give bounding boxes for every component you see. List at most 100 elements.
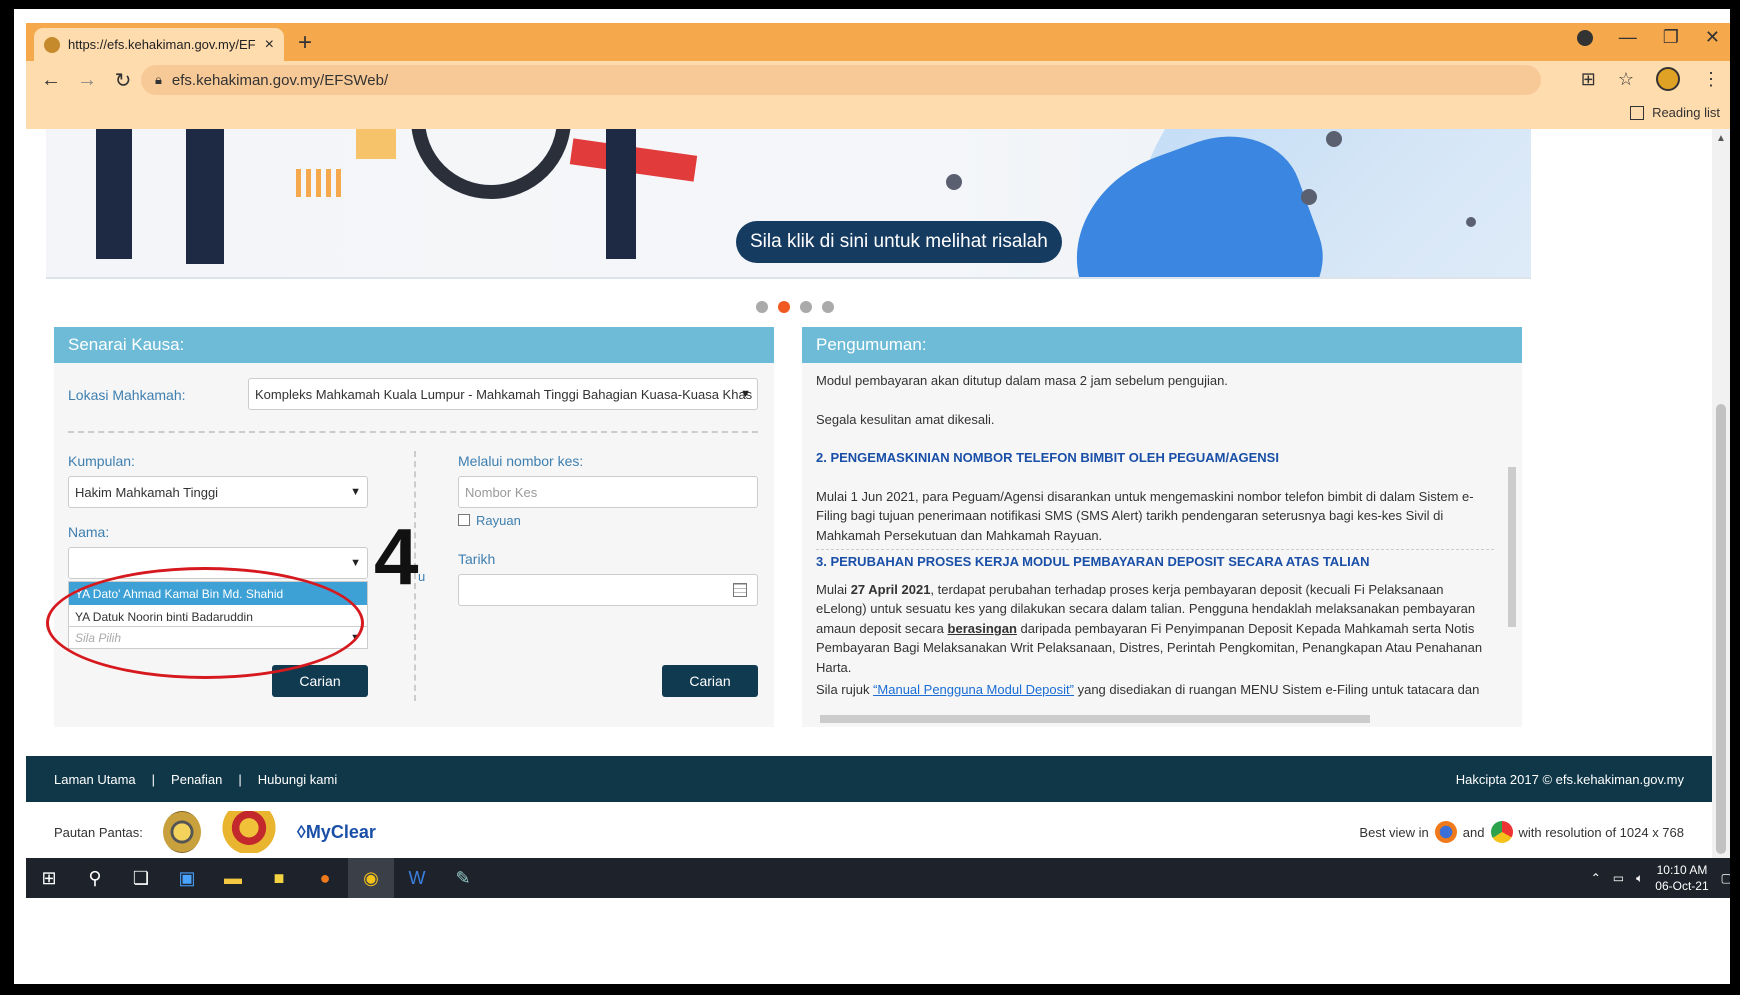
sticky-notes-icon[interactable]: ■ (256, 858, 302, 898)
scrollbar-thumb[interactable] (1716, 404, 1726, 854)
nombor-kes-input[interactable]: Nombor Kes (458, 476, 758, 508)
new-tab-button[interactable]: + (298, 29, 312, 57)
lokasi-label: Lokasi Mahkamah: (68, 387, 186, 403)
profile-avatar-icon[interactable] (1656, 67, 1680, 91)
scroll-up-icon[interactable]: ▲ (1716, 133, 1726, 144)
clock-date: 06-Oct-21 (1655, 879, 1709, 893)
malaysia-crest-icon[interactable] (220, 811, 277, 853)
windows-start-icon[interactable]: ⊞ (26, 858, 72, 898)
chevron-down-icon: ▼ (350, 486, 361, 498)
bookmark-star-icon[interactable]: ☆ (1618, 69, 1634, 90)
lokasi-select[interactable]: Kompleks Mahkamah Kuala Lumpur - Mahkama… (248, 378, 758, 410)
annotation-red-oval (46, 567, 364, 679)
word-taskbar-icon[interactable]: W (394, 858, 440, 898)
store-icon[interactable]: ▣ (164, 858, 210, 898)
pengumuman-title: Pengumuman: (802, 327, 1522, 363)
network-icon[interactable]: ▭ (1613, 871, 1624, 885)
banner-person-2 (186, 129, 224, 264)
task-view-icon[interactable]: ❏ (118, 858, 164, 898)
tab-strip: https://efs.kehakiman.gov.my/EF × + — ❐ … (26, 23, 1730, 61)
tab-search-icon[interactable] (1576, 29, 1593, 46)
menu-dots-icon[interactable]: ⋮ (1702, 69, 1720, 90)
carousel-dot[interactable] (800, 301, 812, 313)
announcement-paragraph: Mulai 1 Jun 2021, para Peguam/Agensi dis… (816, 488, 1474, 543)
brochure-button[interactable]: Sila klik di sini untuk melihat risalah (736, 221, 1062, 263)
tray-chevron-icon[interactable]: ⌃ (1591, 871, 1601, 885)
clock[interactable]: 10:10 AM 06-Oct-21 (1655, 862, 1708, 894)
carousel-dot[interactable] (756, 301, 768, 313)
manual-link[interactable]: “Manual Pengguna Modul Deposit” (873, 682, 1074, 697)
carousel-dots (756, 301, 834, 313)
restore-icon[interactable]: ❐ (1663, 27, 1679, 48)
tab-title: https://efs.kehakiman.gov.my/EF (68, 37, 256, 52)
and-text: and (1462, 824, 1485, 840)
scrollbar-thumb[interactable] (1508, 467, 1516, 627)
toolbar-actions: ⊞ ☆ ⋮ (1581, 67, 1720, 91)
site-favicon-icon (44, 36, 60, 53)
senarai-kausa-title: Senarai Kausa: (54, 327, 774, 363)
myclear-logo[interactable]: ◊MyClear (297, 822, 376, 843)
rayuan-label: Rayuan (476, 513, 521, 528)
banner-person-3 (606, 129, 636, 259)
annotation-number: 4 (374, 512, 419, 601)
scrollbar-thumb[interactable] (820, 715, 1370, 723)
browser-recommendation: Best view in and with resolution of 1024… (1359, 821, 1684, 843)
notification-icon[interactable]: ▢ (1721, 871, 1730, 885)
reading-list-button[interactable]: Reading list (1630, 105, 1720, 120)
announcement-hscroll[interactable] (810, 713, 1500, 725)
screen: https://efs.kehakiman.gov.my/EF × + — ❐ … (14, 9, 1730, 984)
chevron-down-icon: ▼ (740, 388, 751, 400)
best-view-text: Best view in (1359, 824, 1429, 840)
carousel-dot-active[interactable] (778, 301, 790, 313)
pengumuman-panel: Pengumuman: Modul pembayaran akan ditutu… (802, 327, 1522, 727)
reload-icon[interactable]: ↻ (112, 68, 134, 93)
lokasi-value: Kompleks Mahkamah Kuala Lumpur - Mahkama… (255, 386, 753, 402)
close-window-icon[interactable]: ✕ (1705, 27, 1720, 48)
rayuan-checkbox[interactable] (458, 514, 470, 526)
footer-separator: | (151, 771, 156, 787)
chrome-taskbar-icon[interactable]: ◉ (348, 858, 394, 898)
paint-taskbar-icon[interactable]: ✎ (440, 858, 486, 898)
judiciary-emblem-icon[interactable] (162, 811, 201, 853)
chevron-down-icon: ▼ (350, 557, 361, 569)
carian-button-right[interactable]: Carian (662, 665, 758, 697)
footer-links: Laman Utama | Penafian | Hubungi kami (54, 772, 337, 787)
kumpulan-select[interactable]: Hakim Mahkamah Tinggi ▼ (68, 476, 368, 508)
firefox-icon (1434, 821, 1457, 843)
tarikh-label: Tarikh (458, 551, 496, 567)
tarikh-input[interactable] (458, 574, 758, 606)
search-icon[interactable]: ⚲ (72, 858, 118, 898)
firefox-taskbar-icon[interactable]: ● (302, 858, 348, 898)
reading-list-icon (1630, 105, 1645, 120)
pautan-label: Pautan Pantas: (54, 824, 143, 840)
address-bar[interactable]: 🔒︎ efs.kehakiman.gov.my/EFSWeb/ (141, 65, 1541, 95)
file-explorer-icon[interactable]: ▬ (210, 858, 256, 898)
tab-close-icon[interactable]: × (265, 36, 274, 54)
chrome-icon (1490, 821, 1513, 843)
announcement-paragraph: Sila rujuk “Manual Pengguna Modul Deposi… (816, 682, 1480, 697)
minimize-icon[interactable]: — (1619, 27, 1637, 48)
volume-icon[interactable]: 🔈︎ (1636, 871, 1643, 886)
calendar-icon[interactable] (733, 583, 747, 597)
page-scrollbar[interactable]: ▲ (1712, 129, 1730, 862)
announcement-vscroll[interactable] (1506, 367, 1518, 717)
url-text: efs.kehakiman.gov.my/EFSWeb/ (171, 71, 389, 89)
banner-yellow-shape (356, 129, 396, 159)
forward-icon[interactable]: → (76, 69, 98, 92)
announcement-line: Modul pembayaran akan ditutup dalam masa… (816, 373, 1228, 388)
carousel-dot[interactable] (822, 301, 834, 313)
announcement-paragraph: Mulai 27 April 2021, terdapat perubahan … (816, 581, 1483, 675)
banner-node (1326, 131, 1342, 147)
footer-link-penafian[interactable]: Penafian (171, 772, 222, 787)
kumpulan-value: Hakim Mahkamah Tinggi (75, 484, 219, 500)
footer-link-laman-utama[interactable]: Laman Utama (54, 772, 136, 787)
footer-bar: Laman Utama | Penafian | Hubungi kami Ha… (26, 756, 1712, 802)
announcement-line: Segala kesulitan amat dikesali. (816, 411, 995, 427)
back-icon[interactable]: ← (40, 69, 62, 92)
windows-taskbar: ⊞ ⚲ ❏ ▣ ▬ ■ ● ◉ W ✎ ⌃ ▭ 🔈︎ 10:10 AM 06-O… (26, 858, 1730, 898)
quick-links: Pautan Pantas: ◊MyClear (54, 811, 376, 853)
translate-icon[interactable]: ⊞ (1581, 69, 1596, 90)
browser-tab[interactable]: https://efs.kehakiman.gov.my/EF × (34, 28, 284, 61)
footer-link-hubungi[interactable]: Hubungi kami (258, 772, 338, 787)
kumpulan-label: Kumpulan: (68, 453, 135, 469)
